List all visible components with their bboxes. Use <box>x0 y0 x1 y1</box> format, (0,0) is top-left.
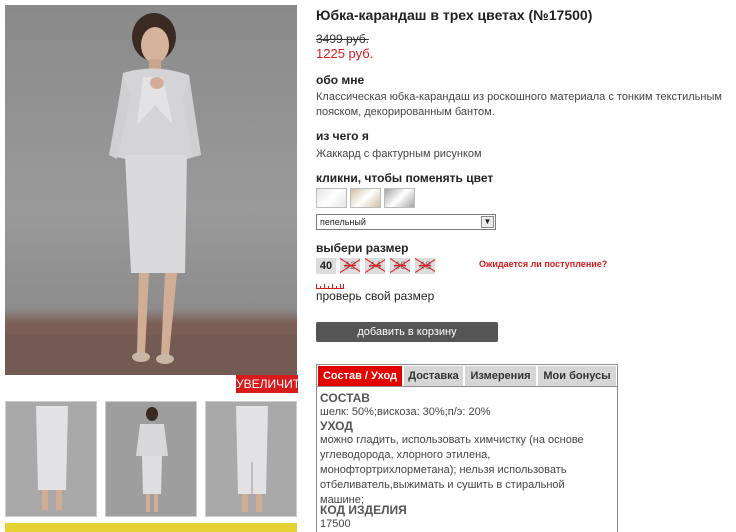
add-to-cart-button[interactable]: добавить в корзину <box>316 322 498 342</box>
availability-link[interactable]: Ожидается ли поступление? <box>479 259 607 269</box>
color-swatch-beige[interactable] <box>350 188 381 208</box>
material-text: Жаккард с фактурным рисунком <box>316 148 482 160</box>
size-heading: выбери размер <box>316 241 409 255</box>
color-swatch-grey[interactable] <box>384 188 415 208</box>
tab-bonuses[interactable]: Мои бонусы <box>538 366 616 386</box>
size-option-48[interactable]: 48 <box>415 258 435 274</box>
size-option-40[interactable]: 40 <box>316 258 336 274</box>
zoom-button[interactable]: УВЕЛИЧИТЬ <box>236 375 308 393</box>
color-swatch-pale[interactable] <box>316 188 347 208</box>
size-option-46[interactable]: 46 <box>390 258 410 274</box>
old-price: 3499 руб. <box>316 32 369 46</box>
product-code-value: 17500 <box>320 518 351 530</box>
thumbnail-image <box>206 402 296 516</box>
thumbnail-full-look[interactable] <box>105 401 197 517</box>
care-text: можно гладить, использовать химчистку (н… <box>320 434 584 506</box>
chevron-down-icon[interactable]: ▼ <box>481 216 494 228</box>
main-product-photo[interactable] <box>5 5 297 375</box>
composition-text: шелк: 50%;вискоза: 30%;п/э: 20% <box>320 406 491 418</box>
model-photo-illustration <box>5 13 297 375</box>
product-code-heading: КОД ИЗДЕЛИЯ <box>320 503 407 517</box>
color-select[interactable]: пепельный ▼ <box>316 214 496 230</box>
about-heading: обо мне <box>316 73 365 87</box>
about-text: Классическая юбка-карандаш из роскошного… <box>316 91 722 118</box>
color-heading: кликни, чтобы поменять цвет <box>316 171 494 185</box>
thumbnail-image <box>6 402 96 516</box>
color-select-value: пепельный <box>320 217 366 227</box>
composition-heading: СОСТАВ <box>320 391 370 405</box>
thumbnail-image <box>106 402 196 516</box>
size-option-44[interactable]: 44 <box>365 258 385 274</box>
current-price: 1225 руб. <box>316 46 374 61</box>
tab-composition-care[interactable]: Состав / Уход <box>318 366 402 386</box>
tab-delivery[interactable]: Доставка <box>404 366 463 386</box>
product-title: Юбка-карандаш в трех цветах (№17500) <box>316 7 593 23</box>
banner-strip <box>5 523 297 532</box>
care-heading: УХОД <box>320 419 353 433</box>
check-size-link[interactable]: проверь свой размер <box>316 289 434 303</box>
material-heading: из чего я <box>316 129 369 143</box>
thumbnail-skirt-front[interactable] <box>5 401 97 517</box>
size-option-42[interactable]: 42 <box>340 258 360 274</box>
thumbnail-skirt-back[interactable] <box>205 401 297 517</box>
tab-measurements[interactable]: Измерения <box>465 366 536 386</box>
tab-divider <box>317 386 617 387</box>
